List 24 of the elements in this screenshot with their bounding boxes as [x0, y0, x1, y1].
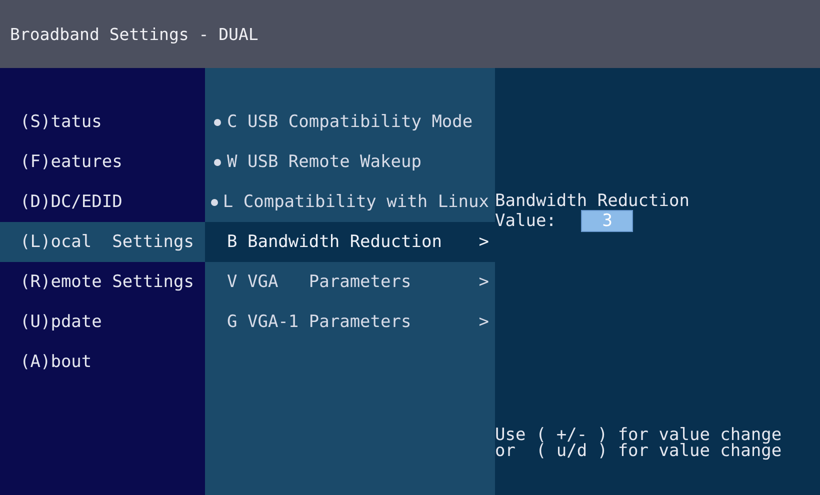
help-text: Use ( +/- ) for value change	[495, 427, 783, 443]
help-text: or ( u/d ) for value change	[495, 443, 783, 459]
submenu-item[interactable]: V VGA Parameters >	[205, 262, 495, 302]
sidebar-item[interactable]: (F)eatures	[0, 142, 205, 182]
sidebar-item[interactable]: (L)ocal Settings	[0, 222, 205, 262]
bullet-icon	[214, 118, 220, 126]
bullet-icon	[214, 158, 220, 166]
sidebar-item[interactable]: (S)tatus	[0, 102, 205, 142]
chevron-icon: >	[478, 312, 489, 332]
setting-title: Bandwidth Reduction	[495, 193, 690, 210]
sidebar-item[interactable]: (U)pdate	[0, 302, 205, 342]
submenu-item[interactable]: B Bandwidth Reduction >	[205, 222, 495, 262]
submenu-item[interactable]: W USB Remote Wakeup	[205, 142, 495, 182]
bullet-icon	[211, 198, 218, 206]
sidebar-item[interactable]: (R)emote Settings	[0, 262, 205, 302]
submenu-item[interactable]: G VGA-1 Parameters >	[205, 302, 495, 342]
value-label: Value:	[495, 212, 556, 230]
sidebar-item[interactable]: (D)DC/EDID	[0, 182, 205, 222]
chevron-icon: >	[478, 232, 489, 252]
submenu-item[interactable]: C USB Compatibility Mode	[205, 102, 495, 142]
window-title: Broadband Settings - DUAL	[10, 24, 258, 44]
sidebar-item[interactable]: (A)bout	[0, 342, 205, 382]
submenu-item[interactable]: L Compatibility with Linux	[205, 182, 495, 222]
chevron-icon: >	[478, 272, 489, 292]
